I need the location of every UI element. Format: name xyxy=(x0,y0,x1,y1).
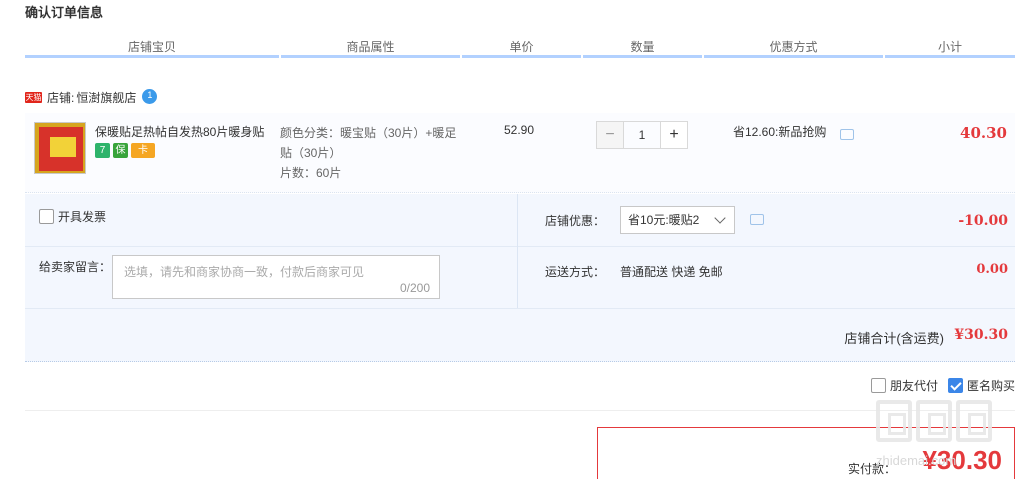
property-count: 片数：60片 xyxy=(280,166,342,180)
decrease-quantity-button[interactable]: − xyxy=(596,121,624,149)
quantity-input[interactable]: 1 xyxy=(624,121,660,149)
divider xyxy=(25,308,1015,309)
unit-price: 52.90 xyxy=(504,123,535,137)
shop-name-link[interactable]: 恒澍旗舰店 xyxy=(76,89,136,106)
shop-discount-selected: 省10元:暖贴2 xyxy=(628,213,700,227)
shop-row: 天猫 店铺: 恒澍旗舰店 xyxy=(25,88,158,106)
guarantee-icon: 保 xyxy=(113,143,128,158)
order-extras-panel: 开具发票 给卖家留言： 选填，请先和商家协商一致，付款后商家可见 0/200 店… xyxy=(25,194,1015,362)
invoice-label: 开具发票 xyxy=(58,210,107,224)
promo-text: 省12.60:新品抢购 xyxy=(733,125,827,139)
shop-total-value: ¥30.30 xyxy=(954,327,1008,343)
item-subtotal: 40.30 xyxy=(960,124,1007,142)
shipping-label: 运送方式： xyxy=(545,265,606,279)
property-color: 颜色分类：暖宝贴（30片）+暖足贴（30片） xyxy=(280,126,457,160)
shipping-method: 普通配送 快递 免邮 xyxy=(620,265,723,279)
tmall-badge-icon: 天猫 xyxy=(25,91,42,103)
col-header-unit-price: 单价 xyxy=(462,36,581,58)
divider xyxy=(25,410,1015,411)
chat-icon[interactable] xyxy=(142,88,158,104)
chevron-down-icon xyxy=(714,212,726,224)
card-payment-icon: 卡 xyxy=(131,143,155,158)
quantity-stepper: − 1 + xyxy=(596,121,688,149)
col-header-quantity: 数量 xyxy=(583,36,702,58)
shop-discount-amount: -10.00 xyxy=(958,213,1008,229)
anonymous-purchase-option[interactable]: 匿名购买 xyxy=(947,377,1015,394)
friend-pay-checkbox[interactable] xyxy=(870,378,886,393)
shop-label: 店铺: xyxy=(47,90,75,105)
divider xyxy=(517,194,518,308)
friend-pay-option[interactable]: 朋友代付 xyxy=(870,377,938,394)
watermark-domain: zhidemai.com xyxy=(876,453,957,468)
friend-pay-label: 朋友代付 xyxy=(889,379,938,393)
purchase-options: 朋友代付 匿名购买 xyxy=(870,377,1015,394)
col-header-subtotal: 小计 xyxy=(885,36,1015,58)
message-char-count: 0/200 xyxy=(399,281,430,295)
anonymous-purchase-label: 匿名购买 xyxy=(966,379,1015,393)
shop-discount-select[interactable]: 省10元:暖贴2 xyxy=(620,206,735,234)
invoice-option[interactable]: 开具发票 xyxy=(39,208,106,225)
message-placeholder: 选填，请先和商家协商一致，付款后商家可见 xyxy=(124,265,365,279)
divider xyxy=(25,246,1015,247)
product-title-link[interactable]: 保暖贴足热帖自发热80片暖身贴 xyxy=(95,123,273,140)
invoice-checkbox[interactable] xyxy=(39,209,54,224)
product-thumbnail[interactable] xyxy=(34,122,86,174)
product-properties: 颜色分类：暖宝贴（30片）+暖足贴（30片） 片数：60片 xyxy=(280,123,460,183)
col-header-discount: 优惠方式 xyxy=(704,36,883,58)
increase-quantity-button[interactable]: + xyxy=(660,121,688,149)
service-icons: 7 保 卡 xyxy=(95,143,155,158)
shipping-amount: 0.00 xyxy=(976,262,1008,277)
promo-info-icon[interactable] xyxy=(840,129,854,140)
column-headers: 店铺宝贝 商品属性 单价 数量 优惠方式 小计 xyxy=(25,36,1015,60)
seller-message-input[interactable]: 选填，请先和商家协商一致，付款后商家可见 0/200 xyxy=(112,255,440,299)
order-item-row: 保暖贴足热帖自发热80片暖身贴 7 保 卡 颜色分类：暖宝贴（30片）+暖足贴（… xyxy=(25,113,1015,193)
message-label: 给卖家留言： xyxy=(39,260,112,274)
shop-total-label: 店铺合计(含运费) xyxy=(844,331,944,346)
shop-discount-label: 店铺优惠： xyxy=(545,214,606,228)
seven-day-return-icon: 7 xyxy=(95,143,110,158)
page-title: 确认订单信息 xyxy=(25,5,104,20)
col-header-shop-item: 店铺宝贝 xyxy=(25,36,279,58)
anonymous-purchase-checkbox[interactable] xyxy=(947,378,963,393)
discount-info-icon[interactable] xyxy=(750,214,764,225)
col-header-properties: 商品属性 xyxy=(281,36,460,58)
watermark-logo xyxy=(876,400,992,442)
